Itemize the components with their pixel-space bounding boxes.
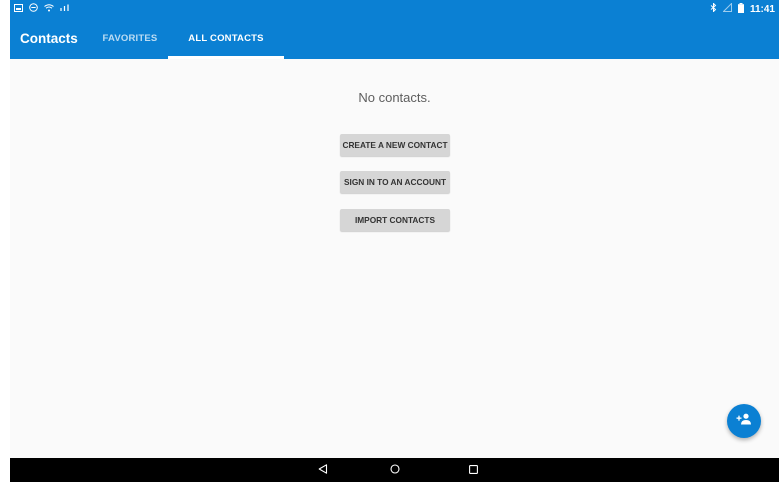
add-contact-fab[interactable] <box>727 404 761 438</box>
create-contact-button[interactable]: CREATE A NEW CONTACT <box>340 134 450 156</box>
contacts-content: No contacts. CREATE A NEW CONTACT SIGN I… <box>10 59 779 458</box>
nav-back-button[interactable] <box>303 458 343 482</box>
wifi-icon <box>44 3 54 15</box>
tab-favorites[interactable]: FAVORITES <box>92 18 168 59</box>
tab-favorites-label: FAVORITES <box>102 33 158 44</box>
battery-icon <box>737 2 744 16</box>
sign-in-account-button[interactable]: SIGN IN TO AN ACCOUNT <box>340 171 450 193</box>
app-bar: Contacts FAVORITES ALL CONTACTS <box>10 18 779 59</box>
app-title: Contacts <box>20 31 78 46</box>
no-signal-icon <box>722 2 732 15</box>
tab-all-contacts-label: ALL CONTACTS <box>188 33 264 44</box>
recents-icon <box>468 461 478 479</box>
status-time: 11:41 <box>749 3 775 15</box>
bluetooth-icon <box>710 2 717 15</box>
signal-icon <box>60 4 69 15</box>
nav-recents-button[interactable] <box>453 458 493 482</box>
import-contacts-button[interactable]: IMPORT CONTACTS <box>340 209 450 231</box>
minus-circle-icon <box>29 3 38 15</box>
back-icon <box>318 461 328 479</box>
tab-all-contacts[interactable]: ALL CONTACTS <box>168 18 284 59</box>
home-icon <box>390 461 400 479</box>
device-screen: 11:41 Contacts FAVORITES ALL CONTACTS No… <box>10 0 779 482</box>
add-person-icon <box>736 412 752 430</box>
empty-state-message: No contacts. <box>358 90 431 105</box>
gallery-icon <box>14 3 23 15</box>
nav-home-button[interactable] <box>375 458 415 482</box>
status-left-icons <box>10 3 73 15</box>
navigation-bar <box>10 458 779 482</box>
status-right-icons: 11:41 <box>706 2 779 16</box>
status-bar: 11:41 <box>10 0 779 18</box>
